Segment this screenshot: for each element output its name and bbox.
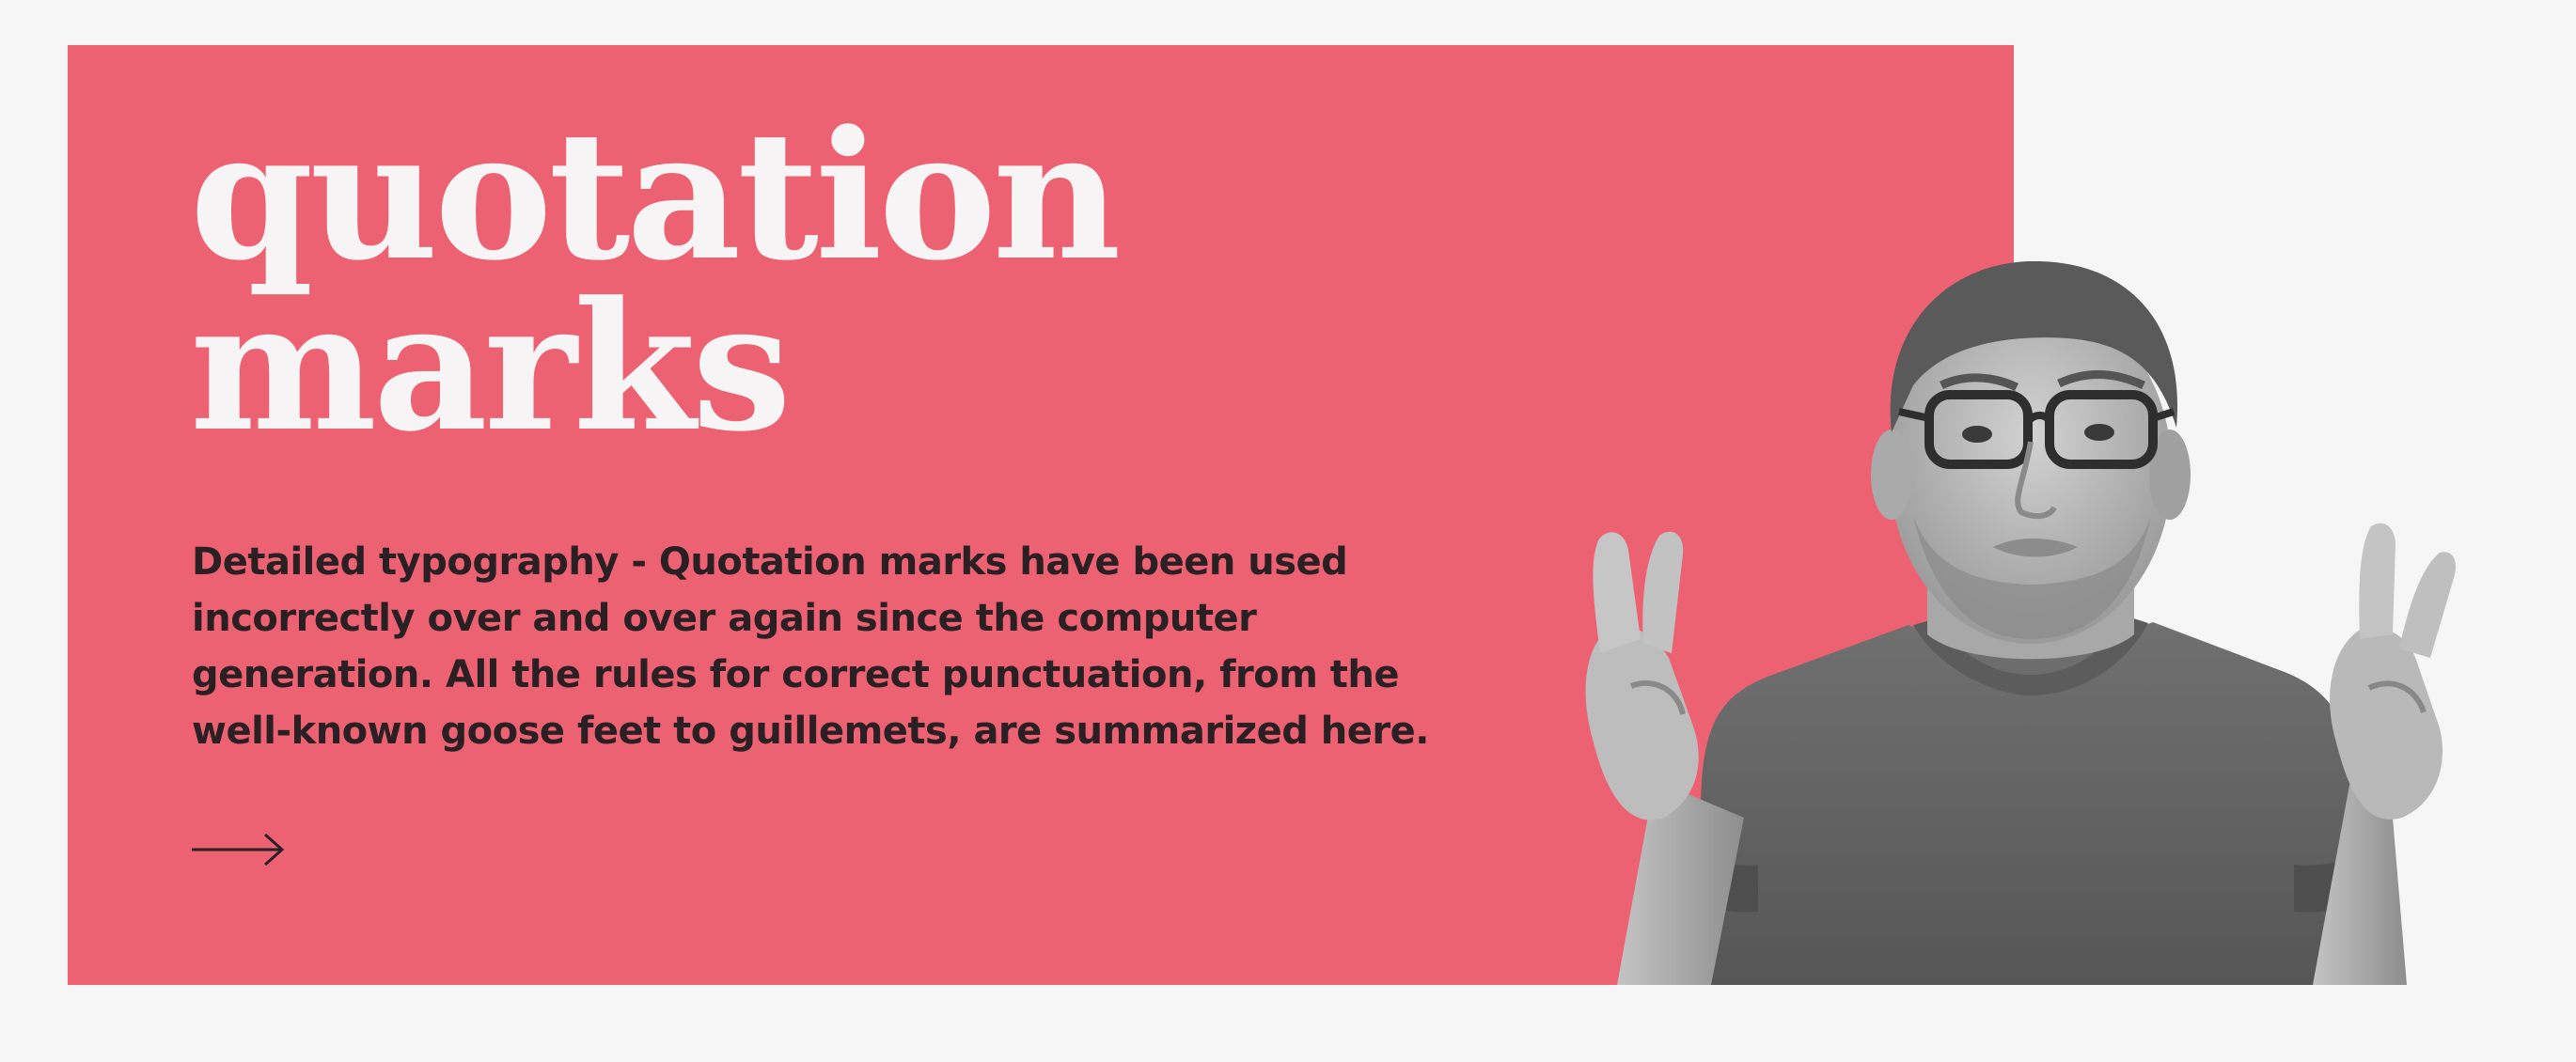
article-description: Detailed typography - Quotation marks ha… — [192, 540, 1429, 753]
page: quotation marks Detailed typography - Qu… — [0, 0, 2576, 1062]
man-air-quotes-image — [1585, 260, 2457, 985]
title-line-2: marks — [190, 263, 792, 471]
read-more-link[interactable] — [190, 831, 286, 868]
article-title: quotation marks — [190, 92, 1122, 471]
title-line-1: quotation — [190, 92, 1122, 300]
arrow-right-icon — [192, 833, 285, 867]
